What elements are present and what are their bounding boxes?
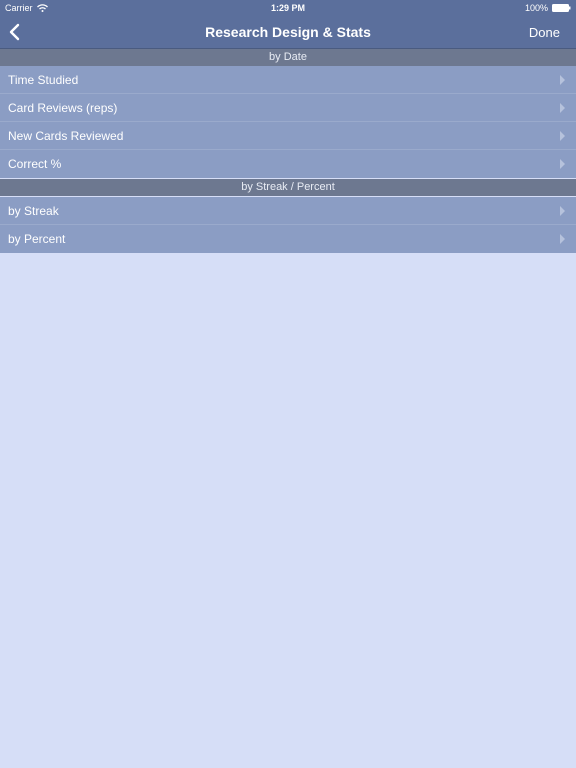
chevron-right-icon xyxy=(560,103,565,113)
done-button[interactable]: Done xyxy=(529,25,560,40)
status-time: 1:29 PM xyxy=(270,3,305,13)
status-bar: Carrier 1:29 PM 100% xyxy=(0,0,576,16)
section-header-by-date: by Date xyxy=(0,49,576,66)
row-by-streak[interactable]: by Streak xyxy=(0,197,576,225)
row-label: by Streak xyxy=(8,204,59,218)
battery-icon xyxy=(552,4,571,12)
status-battery-group: 100% xyxy=(525,3,571,13)
page-title: Research Design & Stats xyxy=(205,24,371,40)
row-label: Correct % xyxy=(8,157,62,171)
row-label: by Percent xyxy=(8,232,66,246)
section-header-by-streak-percent: by Streak / Percent xyxy=(0,179,576,196)
chevron-right-icon xyxy=(560,131,565,141)
row-by-percent[interactable]: by Percent xyxy=(0,225,576,253)
row-new-cards-reviewed[interactable]: New Cards Reviewed xyxy=(0,122,576,150)
row-label: New Cards Reviewed xyxy=(8,129,124,143)
chevron-right-icon xyxy=(560,159,565,169)
row-time-studied[interactable]: Time Studied xyxy=(0,66,576,94)
row-correct-percent[interactable]: Correct % xyxy=(0,150,576,178)
chevron-right-icon xyxy=(560,75,565,85)
chevron-right-icon xyxy=(560,206,565,216)
row-label: Card Reviews (reps) xyxy=(8,101,118,115)
row-card-reviews[interactable]: Card Reviews (reps) xyxy=(0,94,576,122)
chevron-right-icon xyxy=(560,234,565,244)
row-label: Time Studied xyxy=(8,73,79,87)
battery-percent: 100% xyxy=(524,3,548,13)
navigation-bar: Research Design & Stats Done xyxy=(0,16,576,49)
